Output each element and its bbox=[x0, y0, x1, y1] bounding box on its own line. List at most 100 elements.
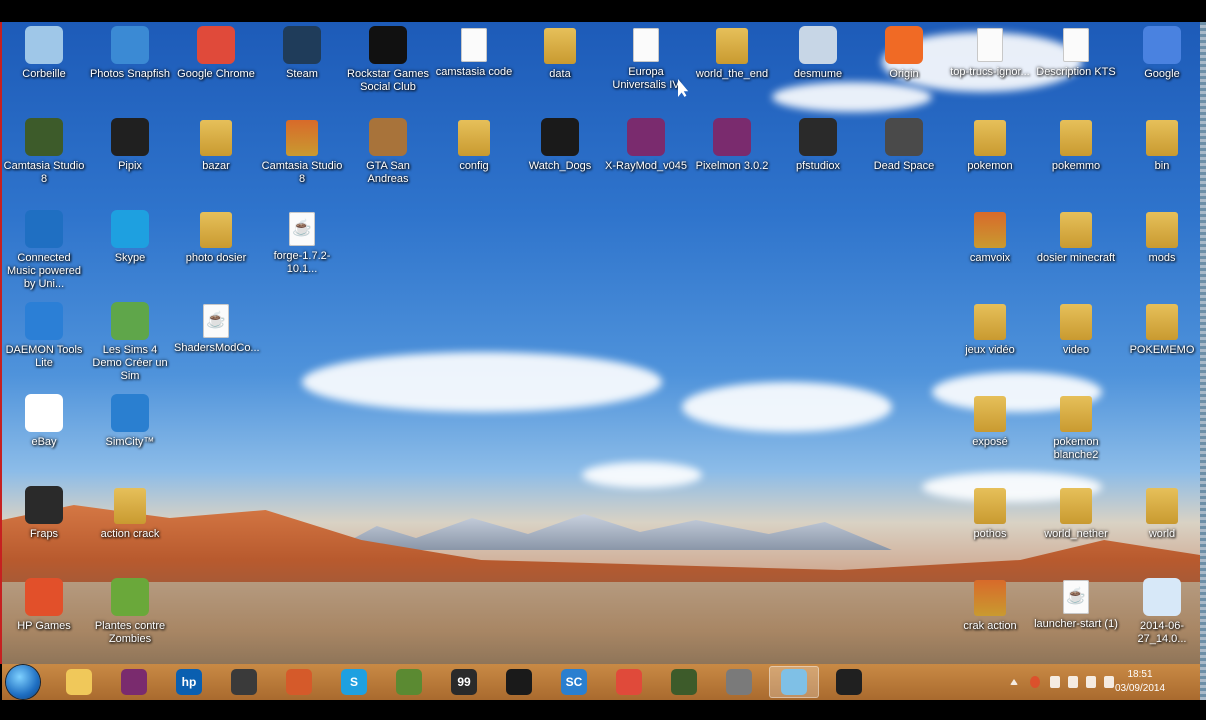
desktop-icon[interactable]: Dead Space bbox=[862, 118, 946, 206]
desktop-icon[interactable]: mods bbox=[1120, 210, 1200, 298]
desktop-icon[interactable]: Plantes contre Zombies bbox=[88, 578, 172, 664]
desktop-icon[interactable]: POKEMEMO bbox=[1120, 302, 1200, 390]
taskbar-button[interactable] bbox=[824, 666, 874, 698]
taskbar-button[interactable] bbox=[274, 666, 324, 698]
desktop-icon-label: Rockstar Games Social Club bbox=[347, 68, 429, 93]
desktop-icon[interactable]: world_the_end bbox=[690, 26, 774, 114]
desktop-icon[interactable]: Google Chrome bbox=[174, 26, 258, 114]
java-icon: ☕ bbox=[289, 212, 315, 246]
desktop-icon[interactable]: Connected Music powered by Uni... bbox=[2, 210, 86, 298]
desktop-icon[interactable]: jeux vidéo bbox=[948, 302, 1032, 390]
desktop-icon[interactable]: camstasia code bbox=[432, 26, 516, 114]
desktop-icon[interactable]: Steam bbox=[260, 26, 344, 114]
office-icon bbox=[286, 669, 312, 695]
desktop-icon[interactable]: photo dosier bbox=[174, 210, 258, 298]
desktop-icon[interactable]: pokemon blanche2 bbox=[1034, 394, 1118, 482]
desktop-icon[interactable]: Photos Snapfish bbox=[88, 26, 172, 114]
taskbar-button[interactable] bbox=[54, 666, 104, 698]
desktop-icon-label: pokemmo bbox=[1051, 160, 1101, 172]
desktop-icon[interactable]: top-trucs-ignor... bbox=[948, 26, 1032, 114]
battery-icon[interactable] bbox=[1068, 676, 1078, 688]
desktop-icon[interactable]: eBay bbox=[2, 394, 86, 482]
taskbar-button[interactable] bbox=[659, 666, 709, 698]
desktop-icon[interactable]: X-RayMod_v045 bbox=[604, 118, 688, 206]
taskbar-button[interactable] bbox=[714, 666, 764, 698]
desktop-icon-label: Origin bbox=[889, 68, 919, 80]
desktop-icon[interactable]: bin bbox=[1120, 118, 1200, 206]
desktop-icon[interactable]: bazar bbox=[174, 118, 258, 206]
clock-time[interactable]: 18:51 bbox=[1100, 669, 1180, 680]
image-icon bbox=[1143, 578, 1181, 616]
taskbar-button[interactable] bbox=[494, 666, 544, 698]
recorder-icon bbox=[726, 669, 752, 695]
desktop-icon[interactable]: Pixelmon 3.0.2 bbox=[690, 118, 774, 206]
chrome-icon bbox=[197, 26, 235, 64]
desktop[interactable]: Corbeille Photos Snapfish Google Chrome Ste… bbox=[2, 22, 1200, 664]
notification-app-icon[interactable] bbox=[1030, 676, 1040, 688]
desktop-icon-label: pfstudiox bbox=[795, 160, 841, 172]
desktop-icon[interactable]: config bbox=[432, 118, 516, 206]
desktop-icon[interactable]: dosier minecraft bbox=[1034, 210, 1118, 298]
taskbar-button[interactable] bbox=[769, 666, 819, 698]
desktop-icon[interactable]: Description KTS bbox=[1034, 26, 1118, 114]
desktop-icon-label: Google Chrome bbox=[177, 68, 255, 80]
taskbar-button[interactable]: S bbox=[329, 666, 379, 698]
desktop-icon[interactable]: Watch_Dogs bbox=[518, 118, 602, 206]
start-button[interactable] bbox=[6, 665, 40, 699]
folder-icon bbox=[1146, 212, 1178, 248]
desktop-icon[interactable]: Corbeille bbox=[2, 26, 86, 114]
desktop-icon[interactable]: HP Games bbox=[2, 578, 86, 664]
desktop-icon[interactable]: world bbox=[1120, 486, 1200, 574]
desktop-icon[interactable]: Camtasia Studio 8 bbox=[260, 118, 344, 206]
desktop-icon[interactable]: pothos bbox=[948, 486, 1032, 574]
desktop-icon[interactable]: Europa Universalis IV bbox=[604, 26, 688, 114]
cloud bbox=[582, 462, 702, 488]
volume-icon[interactable] bbox=[1086, 676, 1096, 688]
desktop-icon[interactable]: DAEMON Tools Lite bbox=[2, 302, 86, 390]
camera-icon bbox=[111, 26, 149, 64]
desktop-icon[interactable]: video bbox=[1034, 302, 1118, 390]
clock-date[interactable]: 03/09/2014 bbox=[1100, 683, 1180, 694]
desktop-icon[interactable]: pokemmo bbox=[1034, 118, 1118, 206]
desktop-icon-label: POKEMEMO bbox=[1129, 344, 1195, 356]
taskbar-button[interactable]: 99 bbox=[439, 666, 489, 698]
taskbar-button[interactable] bbox=[109, 666, 159, 698]
desktop-icon[interactable]: exposé bbox=[948, 394, 1032, 482]
desktop-icon[interactable]: world_nether bbox=[1034, 486, 1118, 574]
desktop-icon[interactable]: crak action bbox=[948, 578, 1032, 664]
letterbox-top bbox=[0, 0, 1206, 22]
flag-icon[interactable] bbox=[1050, 676, 1060, 688]
desktop-icon[interactable]: Skype bbox=[88, 210, 172, 298]
desktop-icon[interactable]: Google bbox=[1120, 26, 1200, 114]
desktop-icon[interactable]: data bbox=[518, 26, 602, 114]
taskbar-button[interactable]: hp bbox=[164, 666, 214, 698]
desktop-icon[interactable]: pokemon bbox=[948, 118, 1032, 206]
taskbar-button[interactable] bbox=[219, 666, 269, 698]
desktop-icon[interactable]: camvoix bbox=[948, 210, 1032, 298]
folder-icon bbox=[974, 396, 1006, 432]
desktop-icon[interactable]: ☕ launcher-start (1) bbox=[1034, 578, 1118, 664]
desktop-icon[interactable]: pfstudiox bbox=[776, 118, 860, 206]
desktop-icon[interactable]: Les Sims 4 Demo Créer un Sim bbox=[88, 302, 172, 390]
desktop-icon[interactable]: ☕ ShadersModCo... bbox=[174, 302, 260, 390]
desktop-icon-label: Dead Space bbox=[873, 160, 935, 172]
show-hidden-icons-icon[interactable] bbox=[1010, 679, 1018, 685]
desktop-icon[interactable]: Pipix bbox=[88, 118, 172, 206]
desktop-icon[interactable]: action crack bbox=[88, 486, 172, 574]
desktop-icon[interactable]: desmume bbox=[776, 26, 860, 114]
taskbar-button[interactable]: SC bbox=[549, 666, 599, 698]
desktop-icon[interactable]: 2014-06-27_14.0... bbox=[1120, 578, 1200, 664]
desktop-icon[interactable]: GTA San Andreas bbox=[346, 118, 430, 206]
desktop-icon-label: camvoix bbox=[969, 252, 1011, 264]
taskbar-button[interactable] bbox=[604, 666, 654, 698]
taskbar-button[interactable] bbox=[384, 666, 434, 698]
desktop-icon[interactable]: ☕ forge-1.7.2-10.1... bbox=[260, 210, 344, 298]
desktop-icon[interactable]: Rockstar Games Social Club bbox=[346, 26, 430, 114]
ebay-icon bbox=[25, 394, 63, 432]
desktop-icon[interactable]: Camtasia Studio 8 bbox=[2, 118, 86, 206]
desktop-icon[interactable]: Origin bbox=[862, 26, 946, 114]
gta-icon bbox=[369, 118, 407, 156]
desktop-icon[interactable]: SimCity™ bbox=[88, 394, 172, 482]
desktop-icon-label: Les Sims 4 Demo Créer un Sim bbox=[92, 344, 168, 382]
desktop-icon[interactable]: Fraps bbox=[2, 486, 86, 574]
